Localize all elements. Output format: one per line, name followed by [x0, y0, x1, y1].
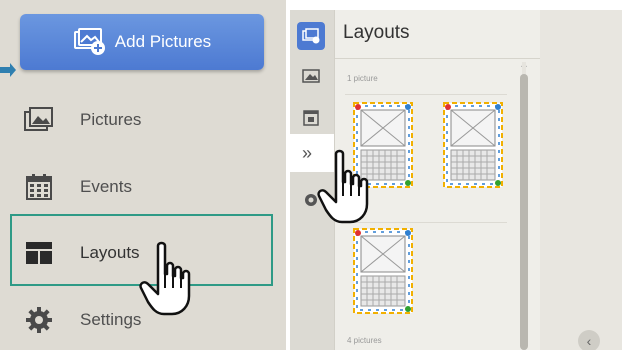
rail-events-button[interactable] [297, 103, 325, 131]
collapse-panel-button[interactable]: ‹ [578, 330, 600, 350]
scroll-thumb[interactable] [520, 74, 528, 350]
sidebar-item-label: Pictures [80, 110, 142, 129]
sidebar-item-label: Events [80, 177, 132, 196]
panel-title: Layouts [343, 22, 410, 43]
divider [345, 94, 507, 95]
pointer-hand-icon [139, 241, 191, 316]
sidebar-item-label: Layouts [80, 243, 140, 262]
add-pictures-icon [73, 28, 105, 55]
group-label: 1 picture [347, 74, 378, 83]
pointer-hand-icon [317, 149, 369, 224]
scrollbar[interactable] [519, 62, 529, 350]
chevron-left-icon: ‹ [586, 333, 592, 349]
layouts-icon [24, 238, 54, 268]
sidebar-item-label: Settings [80, 310, 142, 329]
sidebar-item-pictures[interactable]: Pictures [24, 105, 141, 135]
sidebar-item-settings[interactable]: Settings [24, 305, 141, 335]
chevron-double-right-icon: » [302, 142, 313, 163]
pictures-icon [302, 69, 320, 83]
layout-thumbnail[interactable] [353, 228, 413, 314]
group-label: 4 pictures [347, 336, 382, 345]
content-area: ‹ [540, 10, 622, 350]
sidebar-item-layouts[interactable]: Layouts [24, 238, 140, 268]
events-icon [24, 172, 54, 202]
add-pictures-icon [302, 28, 320, 44]
layout-thumbnail[interactable] [443, 102, 503, 188]
divider [335, 58, 541, 59]
events-icon [303, 110, 319, 126]
sidebar-item-events[interactable]: Events [24, 172, 132, 202]
settings-icon [24, 305, 54, 335]
sidebar-menu: Add Pictures Pictures Events Layouts Set… [0, 0, 286, 350]
arrow-pointer-icon [0, 63, 16, 77]
rail-pictures-button[interactable] [297, 62, 325, 90]
rail-add-pictures-button[interactable] [297, 22, 325, 50]
add-pictures-label: Add Pictures [114, 32, 212, 51]
add-pictures-button[interactable]: Add Pictures [20, 14, 264, 70]
pictures-icon [24, 105, 54, 135]
layouts-screen: » Layouts 1 picture 4 pictures ‹ [290, 10, 622, 350]
